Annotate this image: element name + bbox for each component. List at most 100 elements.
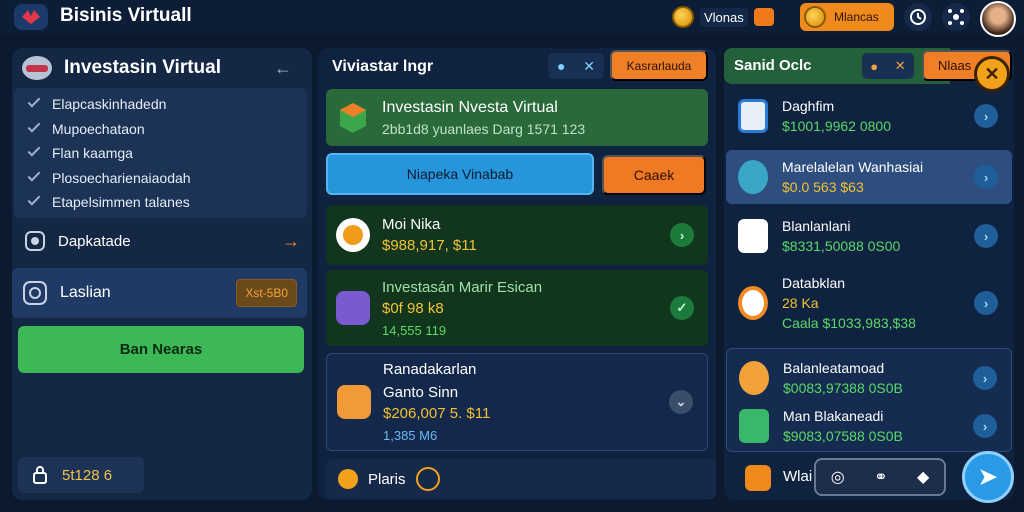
dapkatade-link[interactable]: Dapkatade → xyxy=(24,228,300,254)
coin-icon xyxy=(338,469,358,489)
coin-balance[interactable]: Vlonas xyxy=(672,4,780,30)
item-name: Blanlanlani xyxy=(782,218,851,234)
middle-tool-icons[interactable]: ● ✕ xyxy=(548,53,604,79)
box-icon[interactable]: ◆ xyxy=(917,467,929,487)
close-icon[interactable]: ✕ xyxy=(895,58,906,74)
item-value: $206,007 5. $11 xyxy=(383,405,491,422)
item-name: Balanleatamoad xyxy=(783,360,885,376)
shield-icon xyxy=(23,281,47,305)
item-name: Marelalelan Wanhasiai xyxy=(782,159,924,175)
banner[interactable]: Investasin Nvesta Virtual 2bb1d8 yuanlae… xyxy=(326,89,708,146)
list-item[interactable]: Balanleatamoad $0083,97388 0S0B › xyxy=(739,355,1011,401)
item-value: $8331,50088 0S00 xyxy=(782,238,901,254)
sun-icon xyxy=(336,218,370,252)
right-tool-icons[interactable]: ● ✕ xyxy=(862,53,914,79)
coin-outline-icon xyxy=(415,467,440,491)
checklist-item[interactable]: Flan kaamga xyxy=(27,141,293,166)
helmet-icon xyxy=(22,56,52,80)
chevron-right-icon[interactable]: › xyxy=(973,414,997,438)
x-badge-icon[interactable]: ✕ xyxy=(974,56,1010,92)
coin-icon xyxy=(672,6,694,28)
checklist-item[interactable]: Plosoecharienaiaodah xyxy=(27,166,293,191)
right-panel-title: Sanid Oclc xyxy=(734,57,812,74)
left-footer[interactable]: 5t128 6 xyxy=(18,457,144,493)
list-item[interactable]: Moi Nika $988,917, $11 › xyxy=(326,205,708,265)
footer-label: Plaris xyxy=(368,470,406,488)
drop-icon[interactable]: ● xyxy=(557,58,565,74)
list-item[interactable]: Marelalelan Wanhasiai $0.0 563 $63 › xyxy=(726,150,1012,204)
ban-nearas-button[interactable]: Ban Nearas xyxy=(18,326,304,373)
clock-icon[interactable] xyxy=(904,3,932,31)
app-logo-icon xyxy=(14,4,48,30)
gem-balance[interactable]: Mlancas xyxy=(800,3,894,31)
tool-tray: ◎ ⚭ ◆ xyxy=(814,458,946,496)
link-label: Dapkatade xyxy=(58,232,131,250)
kasrarlauda-button[interactable]: Kasrarlauda xyxy=(610,50,708,81)
check-circle-icon[interactable]: ✓ xyxy=(670,296,694,320)
item-value: $0.0 563 $63 xyxy=(782,179,864,195)
link-icon[interactable]: ⚭ xyxy=(874,467,887,487)
item-sub: 14,555 119 xyxy=(382,322,447,338)
chevron-right-icon[interactable]: › xyxy=(670,223,694,247)
item-value: 28 Ka xyxy=(782,295,819,311)
checklist-item[interactable]: Elapcaskinhadedn xyxy=(27,92,293,117)
chevron-right-icon[interactable]: › xyxy=(974,224,998,248)
item-name: Databklan xyxy=(782,275,846,291)
gem-label: Mlancas xyxy=(834,10,879,24)
check-icon xyxy=(27,144,41,157)
back-arrow-icon[interactable]: ← xyxy=(274,58,292,79)
globe-icon xyxy=(738,160,768,194)
chevron-right-icon[interactable]: › xyxy=(974,165,998,189)
list-item[interactable]: Man Blakaneadi $9083,07588 0S0B › xyxy=(739,401,1011,451)
list-item[interactable]: Ranadakarlan Ganto Sinn $206,007 5. $11 … xyxy=(326,353,708,451)
chevron-right-icon[interactable]: › xyxy=(974,104,998,128)
pot-icon xyxy=(745,465,771,491)
banner-title: Investasin Nvesta Virtual xyxy=(382,98,558,116)
avatar[interactable] xyxy=(980,1,1016,37)
check-icon xyxy=(27,193,41,206)
lock-icon xyxy=(33,466,47,484)
list-item[interactable]: Daghfim $1001,9962 0800 › xyxy=(726,88,1012,144)
item-value: $988,917, $11 xyxy=(382,237,477,254)
send-button[interactable]: ➤ xyxy=(962,451,1014,503)
item-value: $9083,07588 0S0B xyxy=(783,428,903,444)
left-panel-title: Investasin Virtual xyxy=(64,57,221,78)
close-icon[interactable]: ✕ xyxy=(583,58,595,75)
list-item[interactable]: Investasán Marir Esican $0f 98 k8 14,555… xyxy=(326,270,708,346)
box-icon xyxy=(336,291,370,325)
target-icon xyxy=(738,286,768,320)
item-name: Daghfim xyxy=(782,98,835,114)
item-value: $1001,9962 0800 xyxy=(782,118,891,134)
bag-icon xyxy=(337,385,371,419)
list-item[interactable]: Blanlanlani $8331,50088 0S00 › xyxy=(726,208,1012,264)
checklist-item[interactable]: Etapelsimmen talanes xyxy=(27,190,293,215)
chevron-right-icon[interactable]: › xyxy=(973,366,997,390)
niapeka-button[interactable]: Niapeka Vinabab xyxy=(326,153,594,195)
item-name-secondary: Ganto Sinn xyxy=(383,384,459,401)
settings-icon[interactable] xyxy=(942,3,970,31)
item-value: $0f 98 k8 xyxy=(382,299,444,317)
cube-icon xyxy=(340,102,366,133)
check-icon xyxy=(27,119,41,133)
photos-icon xyxy=(738,219,768,253)
gem-coin-icon xyxy=(804,6,826,28)
checklist: Elapcaskinhadedn Mupoechataon Flan kaamg… xyxy=(14,88,307,218)
record-icon[interactable]: ◎ xyxy=(831,467,845,487)
list-item[interactable]: Databklan 28 Ka Caala $1033,983,$38 › xyxy=(726,268,1012,338)
drop-icon[interactable]: ● xyxy=(870,59,878,74)
card-tag: Xst-5B0 xyxy=(236,279,297,307)
list-card: Balanleatamoad $0083,97388 0S0B › Man Bla… xyxy=(726,348,1012,452)
cancel-button[interactable]: Caaek xyxy=(602,155,706,195)
middle-footer[interactable]: Plaris xyxy=(326,459,716,499)
chevron-down-icon[interactable]: ⌄ xyxy=(669,390,693,414)
card-label: Laslian xyxy=(60,284,111,301)
right-footer-label: Wlai xyxy=(783,468,813,485)
left-panel-header: Investasin Virtual ← xyxy=(20,52,310,84)
checklist-item[interactable]: Mupoechataon xyxy=(27,117,293,142)
cube-icon xyxy=(739,409,769,443)
document-icon xyxy=(738,99,768,133)
add-coin-icon[interactable] xyxy=(753,8,774,26)
chevron-right-icon[interactable]: › xyxy=(974,291,998,315)
laslian-card[interactable]: Laslian Xst-5B0 xyxy=(12,268,307,318)
item-name: Investasán Marir Esican xyxy=(382,278,543,296)
